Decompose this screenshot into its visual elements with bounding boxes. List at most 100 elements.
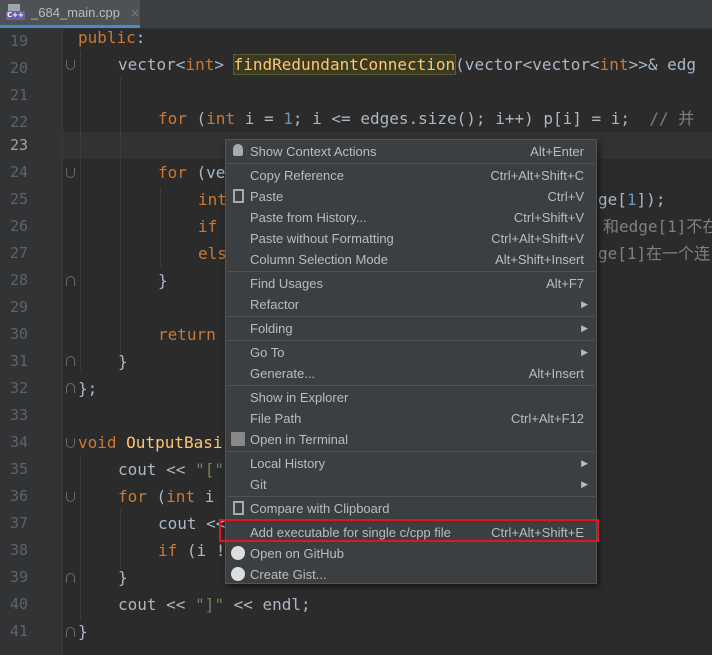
keyword: for bbox=[118, 487, 147, 506]
menu-item-label: Paste bbox=[250, 189, 284, 204]
line-number: 26 bbox=[9, 217, 28, 235]
code-line[interactable]: } bbox=[78, 618, 712, 645]
number-literal: 1 bbox=[626, 190, 637, 209]
keyword: int bbox=[206, 109, 236, 128]
keyword: els bbox=[198, 244, 227, 263]
highlight-annotation-box bbox=[219, 519, 599, 542]
line-number: 30 bbox=[9, 325, 28, 343]
code-comment-tail: 和edge[1]不在 bbox=[603, 217, 712, 236]
code-line-tail[interactable]: ge[1]); bbox=[598, 186, 712, 213]
menu-item-paste-from-history[interactable]: Paste from History... Ctrl+Shift+V bbox=[226, 207, 596, 228]
line-number: 37 bbox=[9, 514, 28, 532]
code-line[interactable]: public: bbox=[78, 24, 712, 51]
menu-item-paste[interactable]: Paste Ctrl+V bbox=[226, 186, 596, 207]
menu-item-shortcut: Alt+F7 bbox=[546, 276, 584, 291]
indent-guide bbox=[80, 455, 81, 620]
keyword: public bbox=[78, 28, 136, 47]
clipboard-icon bbox=[233, 189, 244, 203]
keyword: int bbox=[185, 55, 215, 74]
function-name: findRedundantConnection bbox=[232, 54, 457, 75]
menu-item-label: Paste from History... bbox=[250, 210, 367, 225]
code-text: << endl; bbox=[223, 595, 311, 614]
menu-separator bbox=[227, 496, 595, 497]
fold-expand-icon[interactable] bbox=[66, 573, 75, 583]
menu-item-show-context-actions[interactable]: Show Context Actions Alt+Enter bbox=[226, 141, 596, 162]
line-number: 33 bbox=[9, 406, 28, 424]
fold-expand-icon[interactable] bbox=[66, 383, 75, 393]
code-text: cout << bbox=[118, 595, 196, 614]
keyword: return bbox=[158, 325, 216, 344]
code-line[interactable]: vector<int> findRedundantConnection(vect… bbox=[118, 51, 712, 78]
string-literal: "]" bbox=[195, 595, 224, 614]
fold-collapse-icon[interactable] bbox=[66, 168, 75, 178]
keyword: int bbox=[166, 487, 196, 506]
menu-item-label: Local History bbox=[250, 456, 326, 471]
fold-collapse-icon[interactable] bbox=[66, 438, 75, 448]
fold-collapse-icon[interactable] bbox=[66, 60, 75, 70]
menu-separator bbox=[227, 316, 595, 317]
menu-item-create-gist[interactable]: Create Gist... bbox=[226, 564, 596, 585]
submenu-arrow-icon: ▶ bbox=[581, 323, 588, 333]
line-number: 29 bbox=[9, 298, 28, 316]
menu-item-shortcut: Ctrl+Shift+V bbox=[513, 210, 584, 225]
menu-item-refactor[interactable]: Refactor ▶ bbox=[226, 294, 596, 315]
menu-item-label: Show in Explorer bbox=[250, 390, 349, 405]
menu-item-shortcut: Alt+Enter bbox=[530, 144, 584, 159]
line-number: 40 bbox=[9, 595, 28, 613]
close-tab-icon[interactable]: × bbox=[130, 6, 140, 20]
menu-item-shortcut: Ctrl+Alt+Shift+C bbox=[490, 168, 584, 183]
menu-item-find-usages[interactable]: Find Usages Alt+F7 bbox=[226, 273, 596, 294]
line-number: 34 bbox=[9, 433, 28, 451]
gutter-divider bbox=[62, 28, 63, 655]
fold-expand-icon[interactable] bbox=[66, 276, 75, 286]
menu-item-file-path[interactable]: File Path Ctrl+Alt+F12 bbox=[226, 408, 596, 429]
comment: // 并 bbox=[649, 109, 695, 128]
menu-item-shortcut: Alt+Insert bbox=[528, 366, 584, 381]
menu-item-go-to[interactable]: Go To ▶ bbox=[226, 342, 596, 363]
menu-item-generate[interactable]: Generate... Alt+Insert bbox=[226, 363, 596, 384]
github-icon bbox=[231, 546, 245, 560]
code-text: ( bbox=[186, 109, 207, 128]
menu-item-copy-reference[interactable]: Copy Reference Ctrl+Alt+Shift+C bbox=[226, 165, 596, 186]
code-line[interactable]: cout << "]" << endl; bbox=[118, 591, 712, 618]
menu-item-open-on-github[interactable]: Open on GitHub bbox=[226, 543, 596, 564]
menu-item-show-in-explorer[interactable]: Show in Explorer bbox=[226, 387, 596, 408]
submenu-arrow-icon: ▶ bbox=[581, 347, 588, 357]
menu-item-git[interactable]: Git ▶ bbox=[226, 474, 596, 495]
keyword: if bbox=[158, 541, 178, 560]
line-number: 27 bbox=[9, 244, 28, 262]
menu-item-local-history[interactable]: Local History ▶ bbox=[226, 453, 596, 474]
submenu-arrow-icon: ▶ bbox=[581, 299, 588, 309]
line-number: 35 bbox=[9, 460, 28, 478]
menu-separator bbox=[227, 271, 595, 272]
line-number: 32 bbox=[9, 379, 28, 397]
menu-item-shortcut: Ctrl+Alt+Shift+V bbox=[491, 231, 584, 246]
indent-guide bbox=[120, 509, 121, 569]
menu-item-shortcut: Ctrl+V bbox=[547, 189, 584, 204]
keyword: if bbox=[198, 217, 218, 236]
menu-separator bbox=[227, 385, 595, 386]
menu-item-column-selection-mode[interactable]: Column Selection Mode Alt+Shift+Insert bbox=[226, 249, 596, 270]
file-tab-label: _684_main.cpp bbox=[31, 5, 120, 20]
fold-collapse-icon[interactable] bbox=[66, 492, 75, 502]
code-text: ( bbox=[146, 487, 167, 506]
fold-expand-icon[interactable] bbox=[66, 356, 75, 366]
keyword: for bbox=[158, 163, 187, 182]
code-text: ]); bbox=[636, 190, 666, 209]
fold-expand-icon[interactable] bbox=[66, 627, 75, 637]
code-line[interactable]: for (int i = 1; i <= edges.size(); i++) … bbox=[158, 105, 712, 132]
menu-item-label: Show Context Actions bbox=[250, 144, 377, 159]
menu-item-paste-without-formatting[interactable]: Paste without Formatting Ctrl+Alt+Shift+… bbox=[226, 228, 596, 249]
menu-item-compare-with-clipboard[interactable]: Compare with Clipboard bbox=[226, 498, 596, 519]
line-number: 23 bbox=[9, 136, 28, 154]
menu-item-label: Compare with Clipboard bbox=[250, 501, 390, 516]
line-number: 39 bbox=[9, 568, 28, 586]
menu-item-open-in-terminal[interactable]: Open in Terminal bbox=[226, 429, 596, 450]
menu-item-folding[interactable]: Folding ▶ bbox=[226, 318, 596, 339]
code-text: (i ! bbox=[177, 541, 226, 560]
github-icon bbox=[231, 567, 245, 581]
menu-item-label: Generate... bbox=[250, 366, 316, 381]
submenu-arrow-icon: ▶ bbox=[581, 479, 588, 489]
code-text: (ve bbox=[186, 163, 226, 182]
code-text: : bbox=[135, 28, 146, 47]
